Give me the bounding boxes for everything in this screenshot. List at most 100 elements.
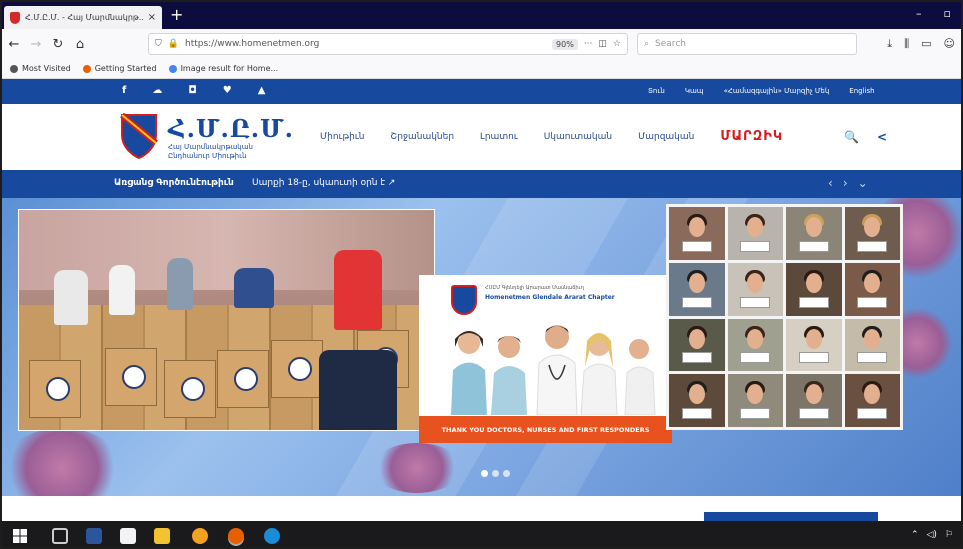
menu-item-news[interactable]: Լրատու [480,132,518,144]
account-icon[interactable]: ☺ [944,37,955,51]
new-tab-button[interactable]: + [170,5,183,24]
home-icon[interactable]: ⌂ [74,37,86,52]
search-bar[interactable]: ⌕ Search [637,33,857,55]
search-icon[interactable]: 🔍 [844,130,859,144]
top-link-home[interactable]: Տուն [648,87,665,95]
slider-dot[interactable] [503,470,510,477]
toolbar-right-icons: ⤓ ⫼ ▭ ☺ [887,37,955,51]
grid-photo [727,374,783,427]
browser-toolbar: ← → ↻ ⌂ ⛉ 🔒 https://www.homenetmen.org 9… [2,29,961,59]
gear-icon [10,64,18,73]
chevron-down-icon[interactable]: ⌄ [858,176,868,190]
windows-taskbar: ⌃ ◁) ⚐ [2,521,961,547]
chapter-name: Homenetmen Glendale Ararat Chapter [485,294,615,301]
search-icon: ⌕ [644,39,650,49]
top-link-english[interactable]: English [849,87,874,95]
top-link-contact[interactable]: Կապ [685,87,704,95]
pocket-icon[interactable]: ◫ [598,39,607,49]
bookmark-most-visited[interactable]: Most Visited [10,64,71,73]
word-icon[interactable] [86,528,102,544]
virus-graphic [2,428,122,496]
task-view-icon[interactable] [52,528,68,544]
share-icon[interactable]: < [877,130,887,144]
chevron-left-icon[interactable]: ‹ [828,176,833,190]
system-tray: ⌃ ◁) ⚐ [911,530,953,540]
menu-item-sports[interactable]: Մարզական [638,132,694,144]
maximize-button[interactable]: ▫ [944,7,951,20]
file-explorer-icon[interactable] [154,528,170,544]
menu-item-regions[interactable]: Շրջանակներ [390,132,454,144]
slider-dot[interactable] [492,470,499,477]
announcement-label: Առցանց Գործունէութիւն [114,178,234,188]
shield-icon[interactable]: ⛉ [155,39,162,49]
grid-photo [786,374,842,427]
firefox-icon[interactable] [228,528,244,544]
top-link-coach[interactable]: «Համազգային» Մարզիչ Մեկ [724,87,830,95]
library-icon[interactable]: ⫼ [904,37,909,51]
homenetmen-logo[interactable] [120,113,158,159]
site-header: Հ.Մ.Ը.Մ. Հայ Մարմնակրթական Ընդհանուր Միո… [2,104,961,170]
chevron-right-icon[interactable]: › [843,176,848,190]
chevron-up-icon[interactable]: ⌃ [911,530,919,540]
soundcloud-icon[interactable]: ☁ [152,85,162,96]
google-icon [168,64,177,73]
tab-close-icon[interactable]: × [148,12,156,23]
grid-photo [669,374,725,427]
grid-photo [844,207,900,260]
bookmark-getting-started[interactable]: Getting Started [82,64,157,73]
slider-dot[interactable] [481,470,488,477]
content-area [2,496,961,522]
forward-arrow-icon[interactable]: → [30,37,42,52]
box [271,340,323,398]
box [29,360,81,418]
minimize-button[interactable]: – [916,7,922,20]
window-controls: – ▫ [916,7,951,20]
sidebar-icon[interactable]: ▭ [921,37,931,51]
menu-item-union[interactable]: Միութիւն [320,132,364,144]
reload-icon[interactable]: ↻ [52,37,64,52]
firefox-icon [82,64,91,73]
menu-item-scouts[interactable]: Սկաուտական [544,132,612,144]
network-icon[interactable]: ⚐ [945,530,953,540]
download-icon[interactable]: ⤓ [887,37,892,51]
back-arrow-icon[interactable]: ← [8,37,20,52]
lock-icon: 🔒 [167,39,179,49]
volunteer [167,258,193,310]
announcement-text[interactable]: Սարքի 18-ը, սկաուտի օրն է ↗ [252,178,395,188]
volunteer [234,268,274,308]
facebook-icon[interactable]: f [122,85,126,96]
url-text[interactable]: https://www.homenetmen.org [185,39,546,49]
grid-photo [786,262,842,316]
social-links: f ☁ ◘ ♥ ▲ [122,85,265,96]
volunteer [334,250,382,330]
app-icon[interactable] [192,528,208,544]
search-placeholder: Search [655,39,686,49]
site-top-bar: f ☁ ◘ ♥ ▲ Տուն Կապ «Համազգային» Մարզիչ Մ… [2,79,961,104]
grid-photo [786,318,842,372]
thank-you-panel: ՀՄԸՄ Գլենդելի Արարատ Մասնաճիւղ Homenetme… [419,275,672,443]
scouts-photo-grid [666,204,903,430]
windows-start-icon[interactable] [12,528,28,544]
bookmark-image-result[interactable]: Image result for Home... [168,64,278,73]
box [164,360,216,418]
zoom-level[interactable]: 90% [552,38,578,50]
virus-graphic [372,443,462,493]
brand-subtitle-2: Ընդհանուր Միութիւն [168,152,247,160]
volume-icon[interactable]: ◁) [926,530,936,540]
page-actions-icon[interactable]: ··· [584,39,593,49]
browser-tab[interactable]: Հ.Մ.Ը.Մ. - Հայ Մարմնակրթ... × [4,6,162,29]
bookmark-star-icon[interactable]: ☆ [613,39,621,49]
hero-slider[interactable]: ՀՄԸՄ Գլենդելի Արարատ Մասնաճիւղ Homenetme… [2,198,961,496]
slider-dots [481,470,510,477]
twitter-icon[interactable]: ♥ [223,85,232,96]
bookmarks-toolbar: Most Visited Getting Started Image resul… [2,59,961,79]
instagram-icon[interactable]: ◘ [188,85,196,96]
grid-photo [669,262,725,316]
youtube-icon[interactable]: ▲ [258,85,266,96]
grid-photo [844,262,900,316]
menu-item-marzik[interactable]: ՄԱՐԶԻԿ [720,129,783,144]
address-bar[interactable]: ⛉ 🔒 https://www.homenetmen.org 90% ··· ◫… [148,33,628,55]
store-icon[interactable] [120,528,136,544]
edge-icon[interactable] [264,528,280,544]
grid-photo [727,207,783,260]
